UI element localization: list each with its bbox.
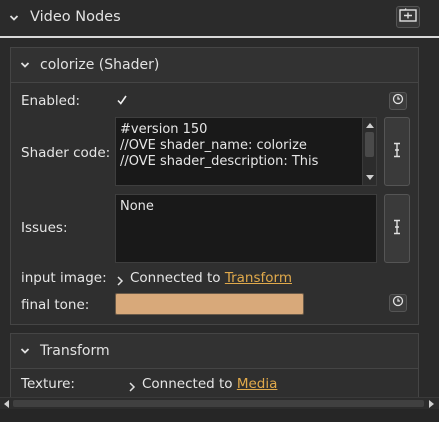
header-title: Video Nodes: [30, 9, 121, 25]
add-node-icon: [399, 8, 417, 26]
input-image-connection: Connected to Transform: [130, 270, 292, 286]
chevron-down-icon[interactable]: [20, 60, 30, 70]
issues-expand-button[interactable]: [384, 194, 410, 263]
shader-code-label: Shader code:: [21, 145, 111, 161]
issues-label: Issues:: [21, 220, 68, 236]
clock-icon: [392, 295, 404, 311]
input-image-label: input image:: [21, 270, 107, 286]
input-image-link[interactable]: Transform: [225, 270, 292, 286]
final-tone-color-swatch[interactable]: [115, 293, 304, 315]
issues-value: None: [120, 199, 154, 214]
chevron-right-icon: [128, 380, 136, 396]
colorize-section-header[interactable]: colorize (Shader): [10, 47, 419, 83]
shader-code-line: //OVE shader_description: This: [120, 154, 319, 169]
video-nodes-header: Video Nodes: [0, 0, 439, 36]
final-tone-keyframe-button[interactable]: [389, 294, 407, 312]
final-tone-label: final tone:: [21, 297, 90, 313]
bottom-strip: [0, 409, 439, 422]
enabled-label: Enabled:: [21, 93, 81, 109]
horizontal-scrollbar[interactable]: [0, 397, 439, 409]
enabled-keyframe-button[interactable]: [389, 92, 407, 110]
shader-code-expand-button[interactable]: [384, 117, 410, 186]
transform-title: Transform: [40, 343, 110, 359]
add-node-button[interactable]: [396, 6, 420, 28]
texture-connection: Connected to Media: [142, 376, 277, 392]
scrollbar-thumb[interactable]: [365, 132, 374, 157]
shader-code-line: //OVE shader_name: colorize: [120, 138, 307, 153]
scroll-down-icon[interactable]: [364, 172, 376, 184]
colorize-title: colorize (Shader): [40, 57, 160, 73]
shader-code-editor[interactable]: #version 150 //OVE shader_name: colorize…: [115, 117, 377, 186]
shader-code-scrollbar[interactable]: [362, 118, 376, 185]
shader-code-line: #version 150: [120, 122, 208, 137]
header-divider: [0, 36, 439, 38]
chevron-down-icon[interactable]: [9, 13, 19, 23]
texture-prefix: Connected to: [142, 376, 233, 392]
transform-section-header[interactable]: Transform: [10, 333, 419, 369]
scroll-up-icon[interactable]: [364, 119, 376, 131]
horizontal-scrollbar-thumb[interactable]: [13, 400, 424, 407]
chevron-down-icon[interactable]: [20, 346, 30, 356]
clock-icon: [392, 93, 404, 109]
text-cursor-icon: [392, 219, 402, 239]
texture-label: Texture:: [21, 376, 75, 392]
text-cursor-icon: [392, 142, 402, 162]
texture-link[interactable]: Media: [237, 376, 278, 392]
input-image-prefix: Connected to: [130, 270, 221, 286]
issues-display: None: [115, 194, 377, 263]
chevron-right-icon: [116, 274, 124, 290]
enabled-checkbox[interactable]: [115, 93, 129, 107]
